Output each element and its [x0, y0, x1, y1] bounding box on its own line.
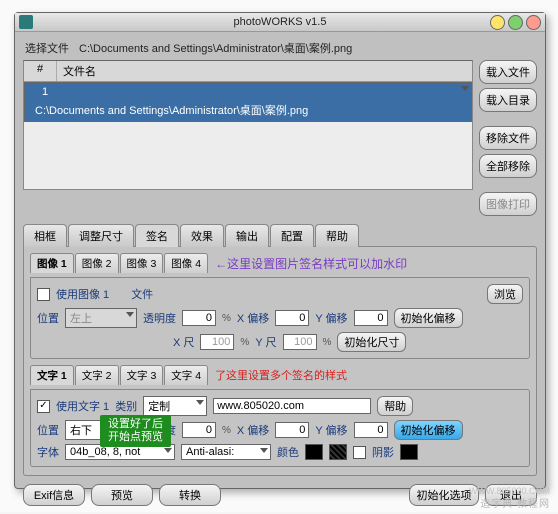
- browse-button[interactable]: 浏览: [487, 284, 523, 304]
- img-tab-3[interactable]: 图像 3: [120, 253, 164, 273]
- img-opacity-label: 透明度: [143, 310, 176, 326]
- img-subpanel: 使用图像 1 文件 浏览 位置 左上 透明度 0 % X 偏移 0 Y 偏移 0: [30, 277, 530, 359]
- tab-output[interactable]: 输出: [225, 224, 269, 247]
- init-size-button[interactable]: 初始化尺寸: [337, 332, 406, 352]
- aa-select[interactable]: Anti-alasi:: [181, 444, 271, 460]
- tab-signature[interactable]: 签名: [135, 224, 179, 247]
- init-offset-button[interactable]: 初始化偏移: [394, 308, 463, 328]
- color-swatch-1[interactable]: [305, 444, 323, 460]
- text-help-button[interactable]: 帮助: [377, 396, 413, 416]
- select-file-label: 选择文件: [25, 40, 69, 56]
- load-dir-button[interactable]: 载入目录: [479, 88, 537, 112]
- watermark-text: 造字典 教程网: [480, 495, 550, 510]
- convert-button[interactable]: 转换: [159, 484, 221, 506]
- callout: 设置好了后 开始点预览: [100, 415, 171, 447]
- table-row[interactable]: 1 C:\Documents and Settings\Administrato…: [24, 82, 472, 122]
- tab-resize[interactable]: 调整尺寸: [68, 224, 134, 247]
- preview-button[interactable]: 预览: [91, 484, 153, 506]
- txt-opacity-input[interactable]: 0: [182, 422, 216, 438]
- window-title: photoWORKS v1.5: [234, 16, 327, 28]
- txt-init-offset-button[interactable]: 初始化偏移: [394, 420, 463, 440]
- use-text-checkbox[interactable]: [37, 400, 50, 413]
- use-image-label: 使用图像 1: [56, 286, 109, 302]
- img-yscale-input[interactable]: 100: [283, 334, 317, 350]
- app-window: photoWORKS v1.5 选择文件 C:\Documents and Se…: [14, 12, 546, 489]
- exif-button[interactable]: Exif信息: [23, 484, 85, 506]
- img-hint: ←这里设置图片签名样式可以加水印: [215, 255, 407, 272]
- load-file-button[interactable]: 载入文件: [479, 60, 537, 84]
- remove-file-button[interactable]: 移除文件: [479, 126, 537, 150]
- tab-config[interactable]: 配置: [270, 224, 314, 247]
- minimize-button[interactable]: [490, 15, 505, 30]
- img-pos-label: 位置: [37, 310, 59, 326]
- tab-effect[interactable]: 效果: [180, 224, 224, 247]
- txt-xoff-input[interactable]: 0: [275, 422, 309, 438]
- print-button[interactable]: 图像打印: [479, 192, 537, 216]
- text-input[interactable]: www.805020.com: [213, 398, 371, 414]
- img-yoff-input[interactable]: 0: [354, 310, 388, 326]
- txt-tab-2[interactable]: 文字 2: [75, 365, 119, 385]
- txt-tab-4[interactable]: 文字 4: [164, 365, 208, 385]
- img-tab-2[interactable]: 图像 2: [75, 253, 119, 273]
- use-image-checkbox[interactable]: [37, 288, 50, 301]
- txt-tab-3[interactable]: 文字 3: [120, 365, 164, 385]
- color-swatch-2[interactable]: [329, 444, 347, 460]
- remove-all-button[interactable]: 全部移除: [479, 154, 537, 178]
- current-path: C:\Documents and Settings\Administrator\…: [79, 40, 352, 56]
- img-opacity-input[interactable]: 0: [182, 310, 216, 326]
- close-button[interactable]: [526, 15, 541, 30]
- shadow-swatch[interactable]: [400, 444, 418, 460]
- img-tab-1[interactable]: 图像 1: [30, 253, 74, 273]
- main-tabs: 相框 调整尺寸 签名 效果 输出 配置 帮助: [23, 224, 537, 247]
- tab-frame[interactable]: 相框: [23, 224, 67, 247]
- maximize-button[interactable]: [508, 15, 523, 30]
- file-label: 文件: [131, 286, 153, 302]
- txt-hint: 了这里设置多个签名的样式: [215, 367, 347, 383]
- file-list[interactable]: # 文件名 1 C:\Documents and Settings\Admini…: [23, 60, 473, 190]
- img-pos-select[interactable]: 左上: [65, 308, 137, 328]
- col-filename[interactable]: 文件名: [57, 61, 472, 81]
- titlebar: photoWORKS v1.5: [15, 13, 545, 32]
- col-index[interactable]: #: [24, 61, 57, 81]
- shadow-checkbox[interactable]: [353, 446, 366, 459]
- img-tab-4[interactable]: 图像 4: [164, 253, 208, 273]
- use-text-label: 使用文字 1: [56, 398, 109, 414]
- img-xoff-input[interactable]: 0: [275, 310, 309, 326]
- img-xscale-input[interactable]: 100: [200, 334, 234, 350]
- txt-yoff-input[interactable]: 0: [354, 422, 388, 438]
- kind-select[interactable]: 定制: [143, 396, 207, 416]
- app-icon: [19, 15, 33, 29]
- txt-tab-1[interactable]: 文字 1: [30, 365, 74, 385]
- tab-help[interactable]: 帮助: [315, 224, 359, 247]
